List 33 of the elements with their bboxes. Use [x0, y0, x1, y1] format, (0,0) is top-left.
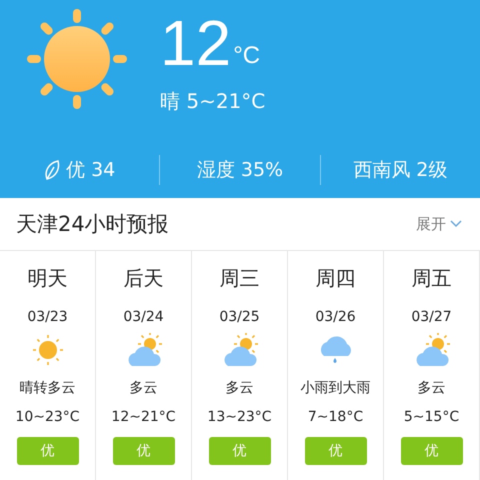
day-name: 明天 [28, 265, 68, 292]
weather-condition: 晴转多云 [20, 379, 76, 397]
day-date: 03/27 [411, 309, 452, 325]
current-temperature: 12 [160, 8, 232, 78]
weather-condition: 小雨到大雨 [300, 379, 370, 397]
expand-button[interactable]: 展开 [416, 214, 462, 234]
temperature-range: 5~15°C [404, 409, 460, 425]
air-quality-badge: 优 [304, 437, 366, 465]
day-name: 后天 [124, 265, 164, 292]
air-quality-badge: 优 [16, 437, 78, 465]
weather-condition: 多云 [130, 379, 158, 397]
weather-condition: 多云 [418, 379, 446, 397]
weather-stat: 西南风 2级 [353, 158, 448, 183]
temperature-range: 13~23°C [207, 409, 272, 425]
temperature-range: 12~21°C [111, 409, 176, 425]
day-name: 周三 [220, 265, 260, 292]
air-quality-badge: 优 [400, 437, 462, 465]
weather-summary: 晴 5~21°C [160, 88, 266, 115]
air-quality-badge: 优 [208, 437, 270, 465]
temperature-range: 7~18°C [308, 409, 364, 425]
day-date: 03/24 [123, 309, 164, 325]
air-quality-badge: 优 [112, 437, 174, 465]
weather-stat: 湿度 35% [196, 158, 284, 183]
day-date: 03/25 [219, 309, 260, 325]
day-date: 03/23 [27, 309, 68, 325]
day-date: 03/26 [315, 309, 356, 325]
temperature-range: 10~23°C [15, 409, 80, 425]
temperature-unit: °C [233, 42, 260, 70]
weather-condition: 多云 [226, 379, 254, 397]
day-name: 周五 [412, 265, 452, 292]
weather-stat: 优 34 [66, 158, 116, 183]
day-name: 周四 [316, 265, 356, 292]
forecast-title: 天津24小时预报 [16, 211, 169, 238]
